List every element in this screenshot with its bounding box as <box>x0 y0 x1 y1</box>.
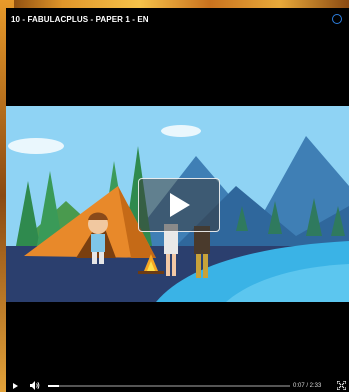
fullscreen-icon[interactable] <box>337 381 346 390</box>
play-overlay-icon <box>170 193 190 217</box>
video-title: 10 - FABULACPLUS - PAPER 1 - EN <box>11 15 149 24</box>
progress-fill <box>48 385 60 387</box>
time-display: 0:07 / 2:33 <box>293 383 322 389</box>
play-overlay-button[interactable] <box>138 178 220 232</box>
spinner-icon <box>332 14 342 24</box>
volume-icon[interactable] <box>30 381 40 390</box>
play-icon[interactable] <box>13 383 18 389</box>
control-bar: 0:07 / 2:33 <box>6 380 349 392</box>
progress-track[interactable] <box>48 385 290 387</box>
title-bar: 10 - FABULACPLUS - PAPER 1 - EN <box>6 8 349 30</box>
video-player[interactable]: 10 - FABULACPLUS - PAPER 1 - EN 0:07 / 2… <box>6 8 349 392</box>
